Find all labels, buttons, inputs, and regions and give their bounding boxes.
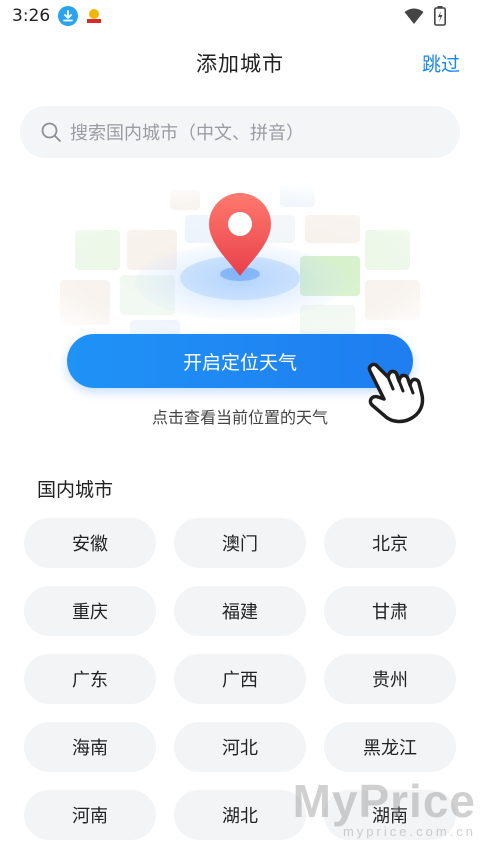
header: 添加城市 跳过 xyxy=(0,38,480,88)
city-chip-gansu[interactable]: 甘肃 xyxy=(324,586,456,636)
location-illustration xyxy=(0,170,480,350)
city-chip-beijing[interactable]: 北京 xyxy=(324,518,456,568)
city-chip-hubei[interactable]: 湖北 xyxy=(174,790,306,840)
section-title: 国内城市 xyxy=(37,479,114,501)
city-chip-guizhou[interactable]: 贵州 xyxy=(324,654,456,704)
locate-hint: 点击查看当前位置的天气 xyxy=(151,408,328,427)
city-chip-anhui[interactable]: 安徽 xyxy=(24,518,156,568)
city-chip-hebei[interactable]: 河北 xyxy=(174,722,306,772)
city-chip-henan[interactable]: 河南 xyxy=(24,790,156,840)
search-icon xyxy=(40,121,62,143)
city-chip-hainan[interactable]: 海南 xyxy=(24,722,156,772)
status-bar: 3:26 xyxy=(0,0,480,32)
watermark-main: MyPrice xyxy=(292,775,476,827)
watermark: MyPrice myprice.com.cn xyxy=(293,778,476,839)
download-icon xyxy=(58,6,79,26)
city-chip-fujian[interactable]: 福建 xyxy=(174,586,306,636)
city-chip-guangdong[interactable]: 广东 xyxy=(24,654,156,704)
skip-button[interactable]: 跳过 xyxy=(422,50,460,77)
status-right xyxy=(404,6,446,30)
city-chip-chongqing[interactable]: 重庆 xyxy=(24,586,156,636)
search-input[interactable]: 搜索国内城市（中文、拼音） xyxy=(20,106,460,158)
app-badge-icon xyxy=(84,6,105,26)
search-placeholder: 搜索国内城市（中文、拼音） xyxy=(70,123,304,144)
page-title: 添加城市 xyxy=(196,52,284,76)
location-pin-icon xyxy=(209,193,271,276)
city-chip-heilongjiang[interactable]: 黑龙江 xyxy=(324,722,456,772)
status-time: 3:26 xyxy=(12,6,51,26)
battery-icon xyxy=(434,6,446,30)
wifi-icon xyxy=(404,7,424,29)
city-chip-guangxi[interactable]: 广西 xyxy=(174,654,306,704)
city-chip-macau[interactable]: 澳门 xyxy=(174,518,306,568)
